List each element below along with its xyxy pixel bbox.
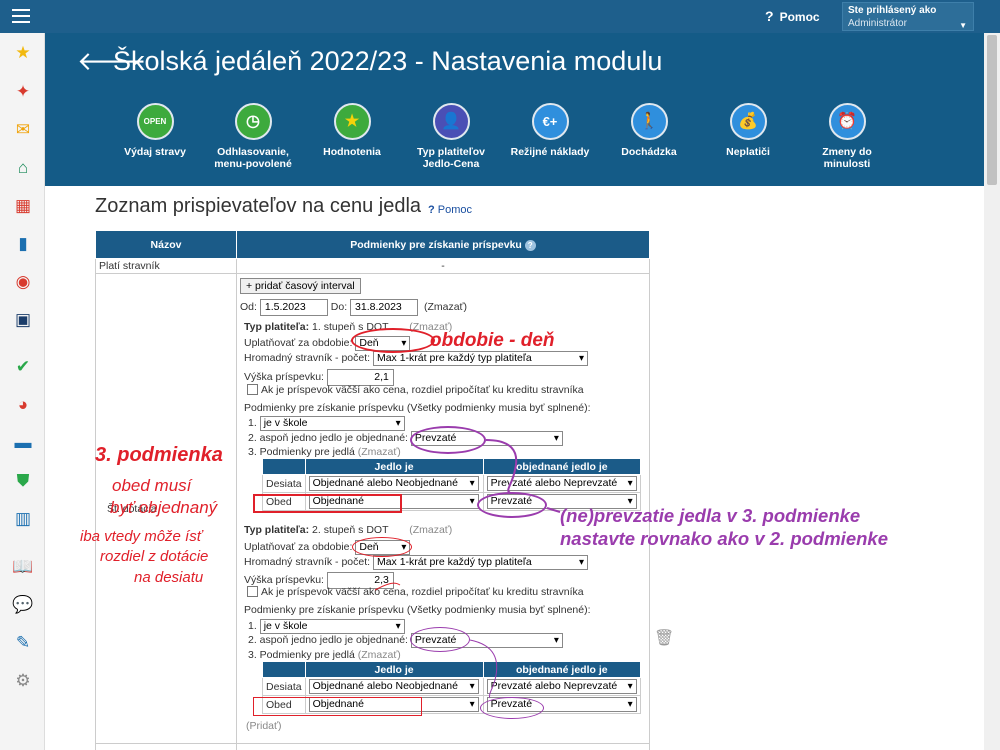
annotation-lines: [374, 439, 561, 699]
